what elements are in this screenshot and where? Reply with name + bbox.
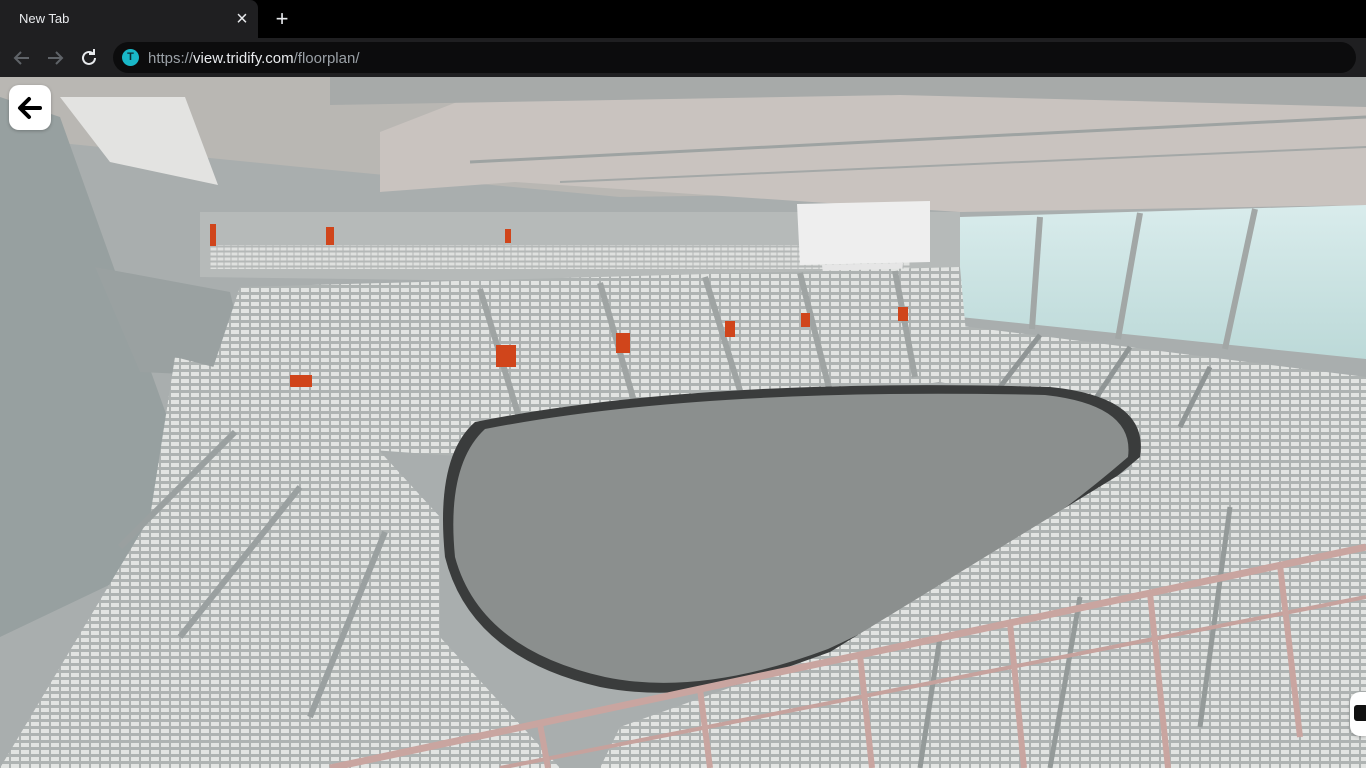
tab-new-tab[interactable]: New Tab × <box>0 0 258 38</box>
panel-toggle-icon <box>1354 705 1366 721</box>
scoreboard <box>797 201 930 265</box>
3d-viewer-canvas[interactable] <box>0 77 1366 768</box>
reload-icon <box>82 49 96 65</box>
url-host: view.tridify.com <box>193 50 294 67</box>
browser-window: New Tab × + T https://view.tridify.com/f… <box>0 0 1366 768</box>
back-button[interactable] <box>10 46 34 70</box>
viewer-back-button[interactable] <box>9 85 51 130</box>
url-path: /floorplan/ <box>293 50 360 67</box>
address-bar[interactable]: T https://view.tridify.com/floorplan/ <box>113 42 1356 73</box>
plus-icon[interactable]: + <box>270 8 294 32</box>
arrow-right-icon <box>48 51 64 65</box>
forward-button[interactable] <box>43 46 67 70</box>
arrow-left-icon <box>18 97 42 119</box>
url-scheme: https:// <box>148 50 194 67</box>
arena-scene[interactable] <box>0 77 1366 768</box>
url-text[interactable]: https://view.tridify.com/floorplan/ <box>148 50 359 67</box>
toolbar: T https://view.tridify.com/floorplan/ <box>0 38 1366 77</box>
tab-strip: New Tab × + <box>0 0 1366 38</box>
arrow-left-icon <box>13 51 29 65</box>
reload-button[interactable] <box>77 46 101 70</box>
close-icon[interactable]: × <box>232 9 252 29</box>
tab-title: New Tab <box>19 11 70 26</box>
site-icon: T <box>122 49 139 66</box>
panel-toggle-button[interactable] <box>1350 692 1366 736</box>
